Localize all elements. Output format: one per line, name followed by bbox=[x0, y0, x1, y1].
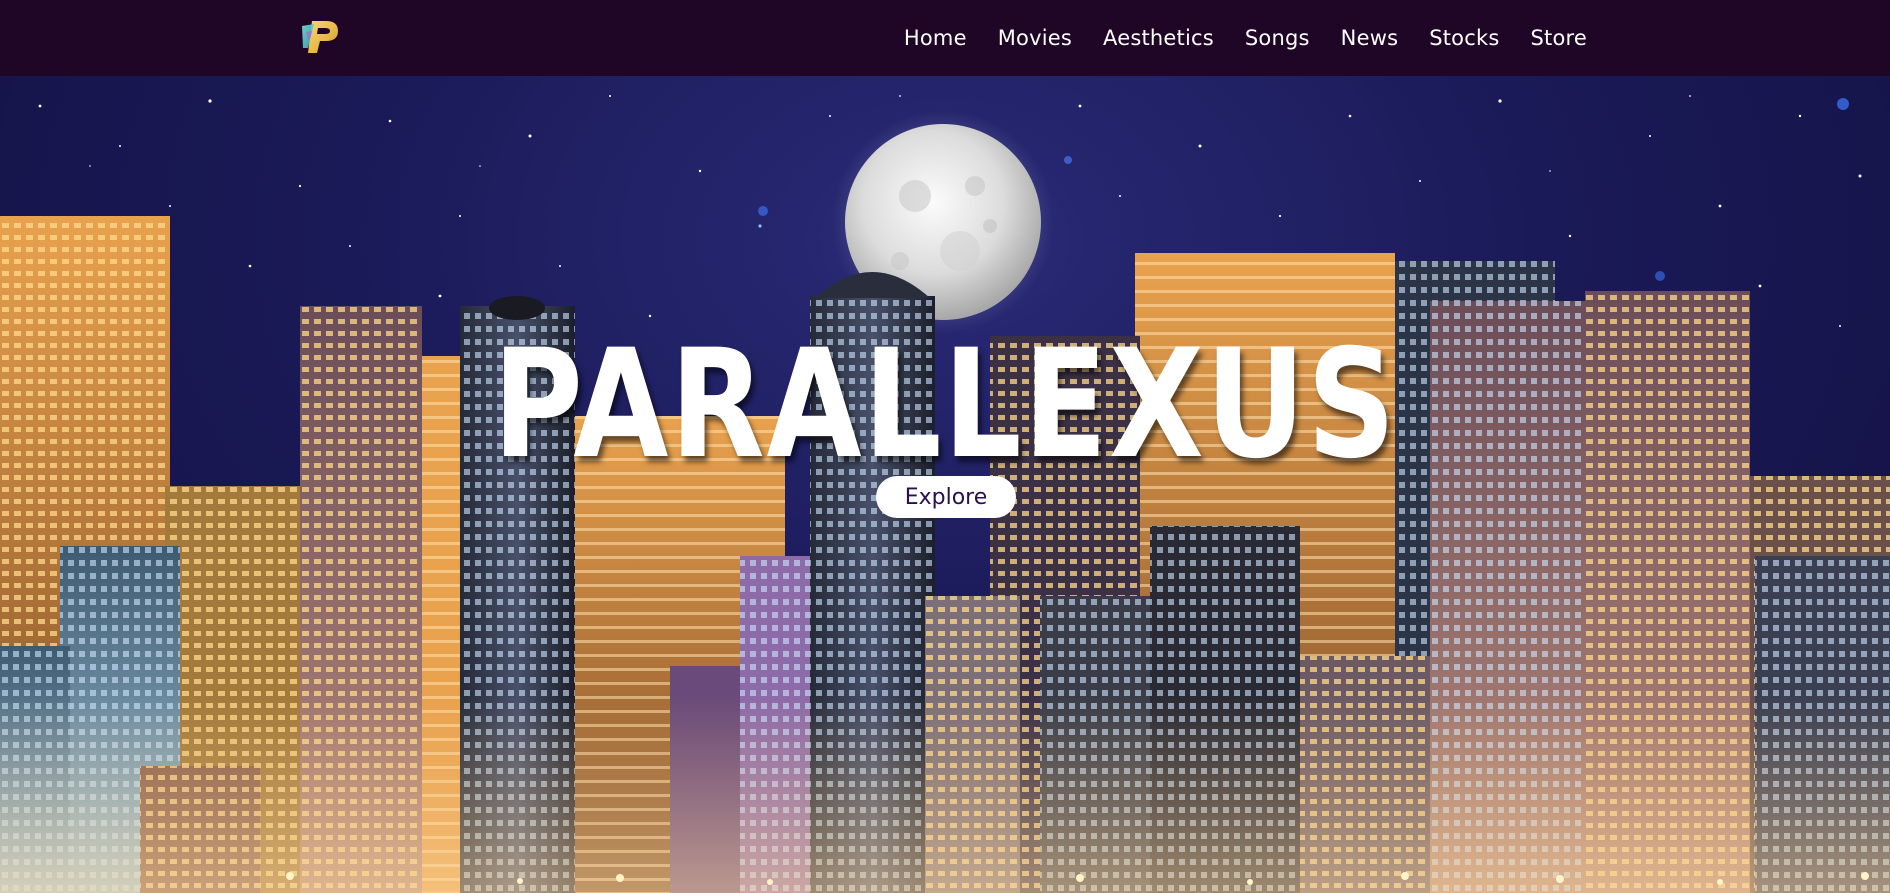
parallexus-logo-icon[interactable] bbox=[300, 18, 342, 56]
nav-songs[interactable]: Songs bbox=[1245, 26, 1310, 50]
page: Home Movies Aesthetics Songs News Stocks… bbox=[0, 0, 1890, 893]
nav-home[interactable]: Home bbox=[904, 26, 967, 50]
nav-news[interactable]: News bbox=[1341, 26, 1399, 50]
explore-button[interactable]: Explore bbox=[876, 476, 1016, 518]
nav-store[interactable]: Store bbox=[1530, 26, 1587, 50]
nav-stocks[interactable]: Stocks bbox=[1429, 26, 1499, 50]
nav-menu: Home Movies Aesthetics Songs News Stocks… bbox=[904, 0, 1587, 76]
hero-title: PARALLEXUS bbox=[492, 318, 1398, 492]
navbar: Home Movies Aesthetics Songs News Stocks… bbox=[0, 0, 1890, 76]
street-glow bbox=[0, 696, 1890, 893]
nav-aesthetics[interactable]: Aesthetics bbox=[1103, 26, 1214, 50]
hero-section: PARALLEXUS Explore bbox=[0, 76, 1890, 893]
nav-movies[interactable]: Movies bbox=[998, 26, 1072, 50]
